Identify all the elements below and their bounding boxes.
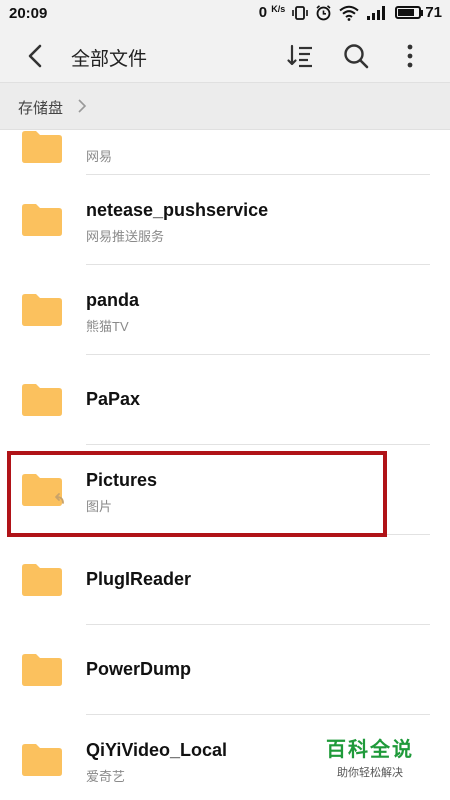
folder-icon	[22, 294, 62, 326]
network-speed-value: 0	[258, 4, 268, 21]
page-title: 全部文件	[71, 49, 148, 70]
file-name: PaPax	[86, 389, 141, 409]
status-icons: 0 K/s 71	[259, 4, 442, 21]
signal-icon	[367, 5, 386, 20]
search-icon[interactable]	[342, 42, 370, 70]
file-subtitle: 爱奇艺	[86, 769, 126, 784]
file-subtitle: 熊猫TV	[86, 319, 129, 334]
back-arrow-icon[interactable]	[22, 42, 50, 70]
vibrate-icon	[292, 5, 309, 20]
file-name: PowerDump	[86, 659, 192, 679]
breadcrumb: 存储盘	[0, 82, 450, 130]
list-item[interactable]: PlugIReader	[0, 535, 450, 625]
file-subtitle: 网易	[86, 149, 113, 164]
sort-icon[interactable]	[286, 42, 314, 70]
file-name: netease_pushservice	[86, 200, 269, 220]
watermark-title: 百科全说	[326, 739, 414, 761]
list-item[interactable]: PowerDump	[0, 625, 450, 715]
folder-icon	[22, 564, 62, 596]
app-toolbar: 全部文件	[0, 30, 450, 82]
highlight-box	[7, 451, 387, 537]
list-item[interactable]: PaPax	[0, 355, 450, 445]
network-speed: 0 K/s	[259, 4, 286, 21]
status-bar: 20:09 0 K/s 71	[0, 0, 450, 30]
list-item[interactable]: panda 熊猫TV	[0, 265, 450, 355]
watermark-tagline: 助你轻松解决	[337, 767, 403, 779]
wifi-icon	[339, 5, 359, 21]
file-name: PlugIReader	[86, 569, 192, 589]
list-item[interactable]: netease_pushservice 网易推送服务	[0, 175, 450, 265]
folder-icon	[22, 654, 62, 686]
breadcrumb-storage[interactable]: 存储盘	[18, 97, 63, 118]
battery-indicator: 71	[395, 4, 442, 21]
folder-icon	[22, 384, 62, 416]
list-item[interactable]: 网易	[0, 130, 450, 175]
file-subtitle: 网易推送服务	[86, 229, 165, 244]
battery-level: 71	[425, 4, 442, 21]
watermark-logo: 百科全说 助你轻松解决	[326, 733, 414, 780]
folder-icon	[22, 131, 62, 163]
file-name: QiYiVideo_Local	[86, 740, 228, 760]
more-vert-icon[interactable]	[396, 42, 424, 70]
folder-icon	[22, 204, 62, 236]
status-time: 20:09	[9, 5, 48, 22]
network-speed-unit: K/s	[271, 4, 286, 14]
chevron-right-icon	[78, 99, 87, 113]
folder-icon	[22, 744, 62, 776]
battery-icon	[395, 6, 422, 19]
alarm-icon	[316, 5, 331, 21]
file-name: panda	[86, 290, 140, 310]
